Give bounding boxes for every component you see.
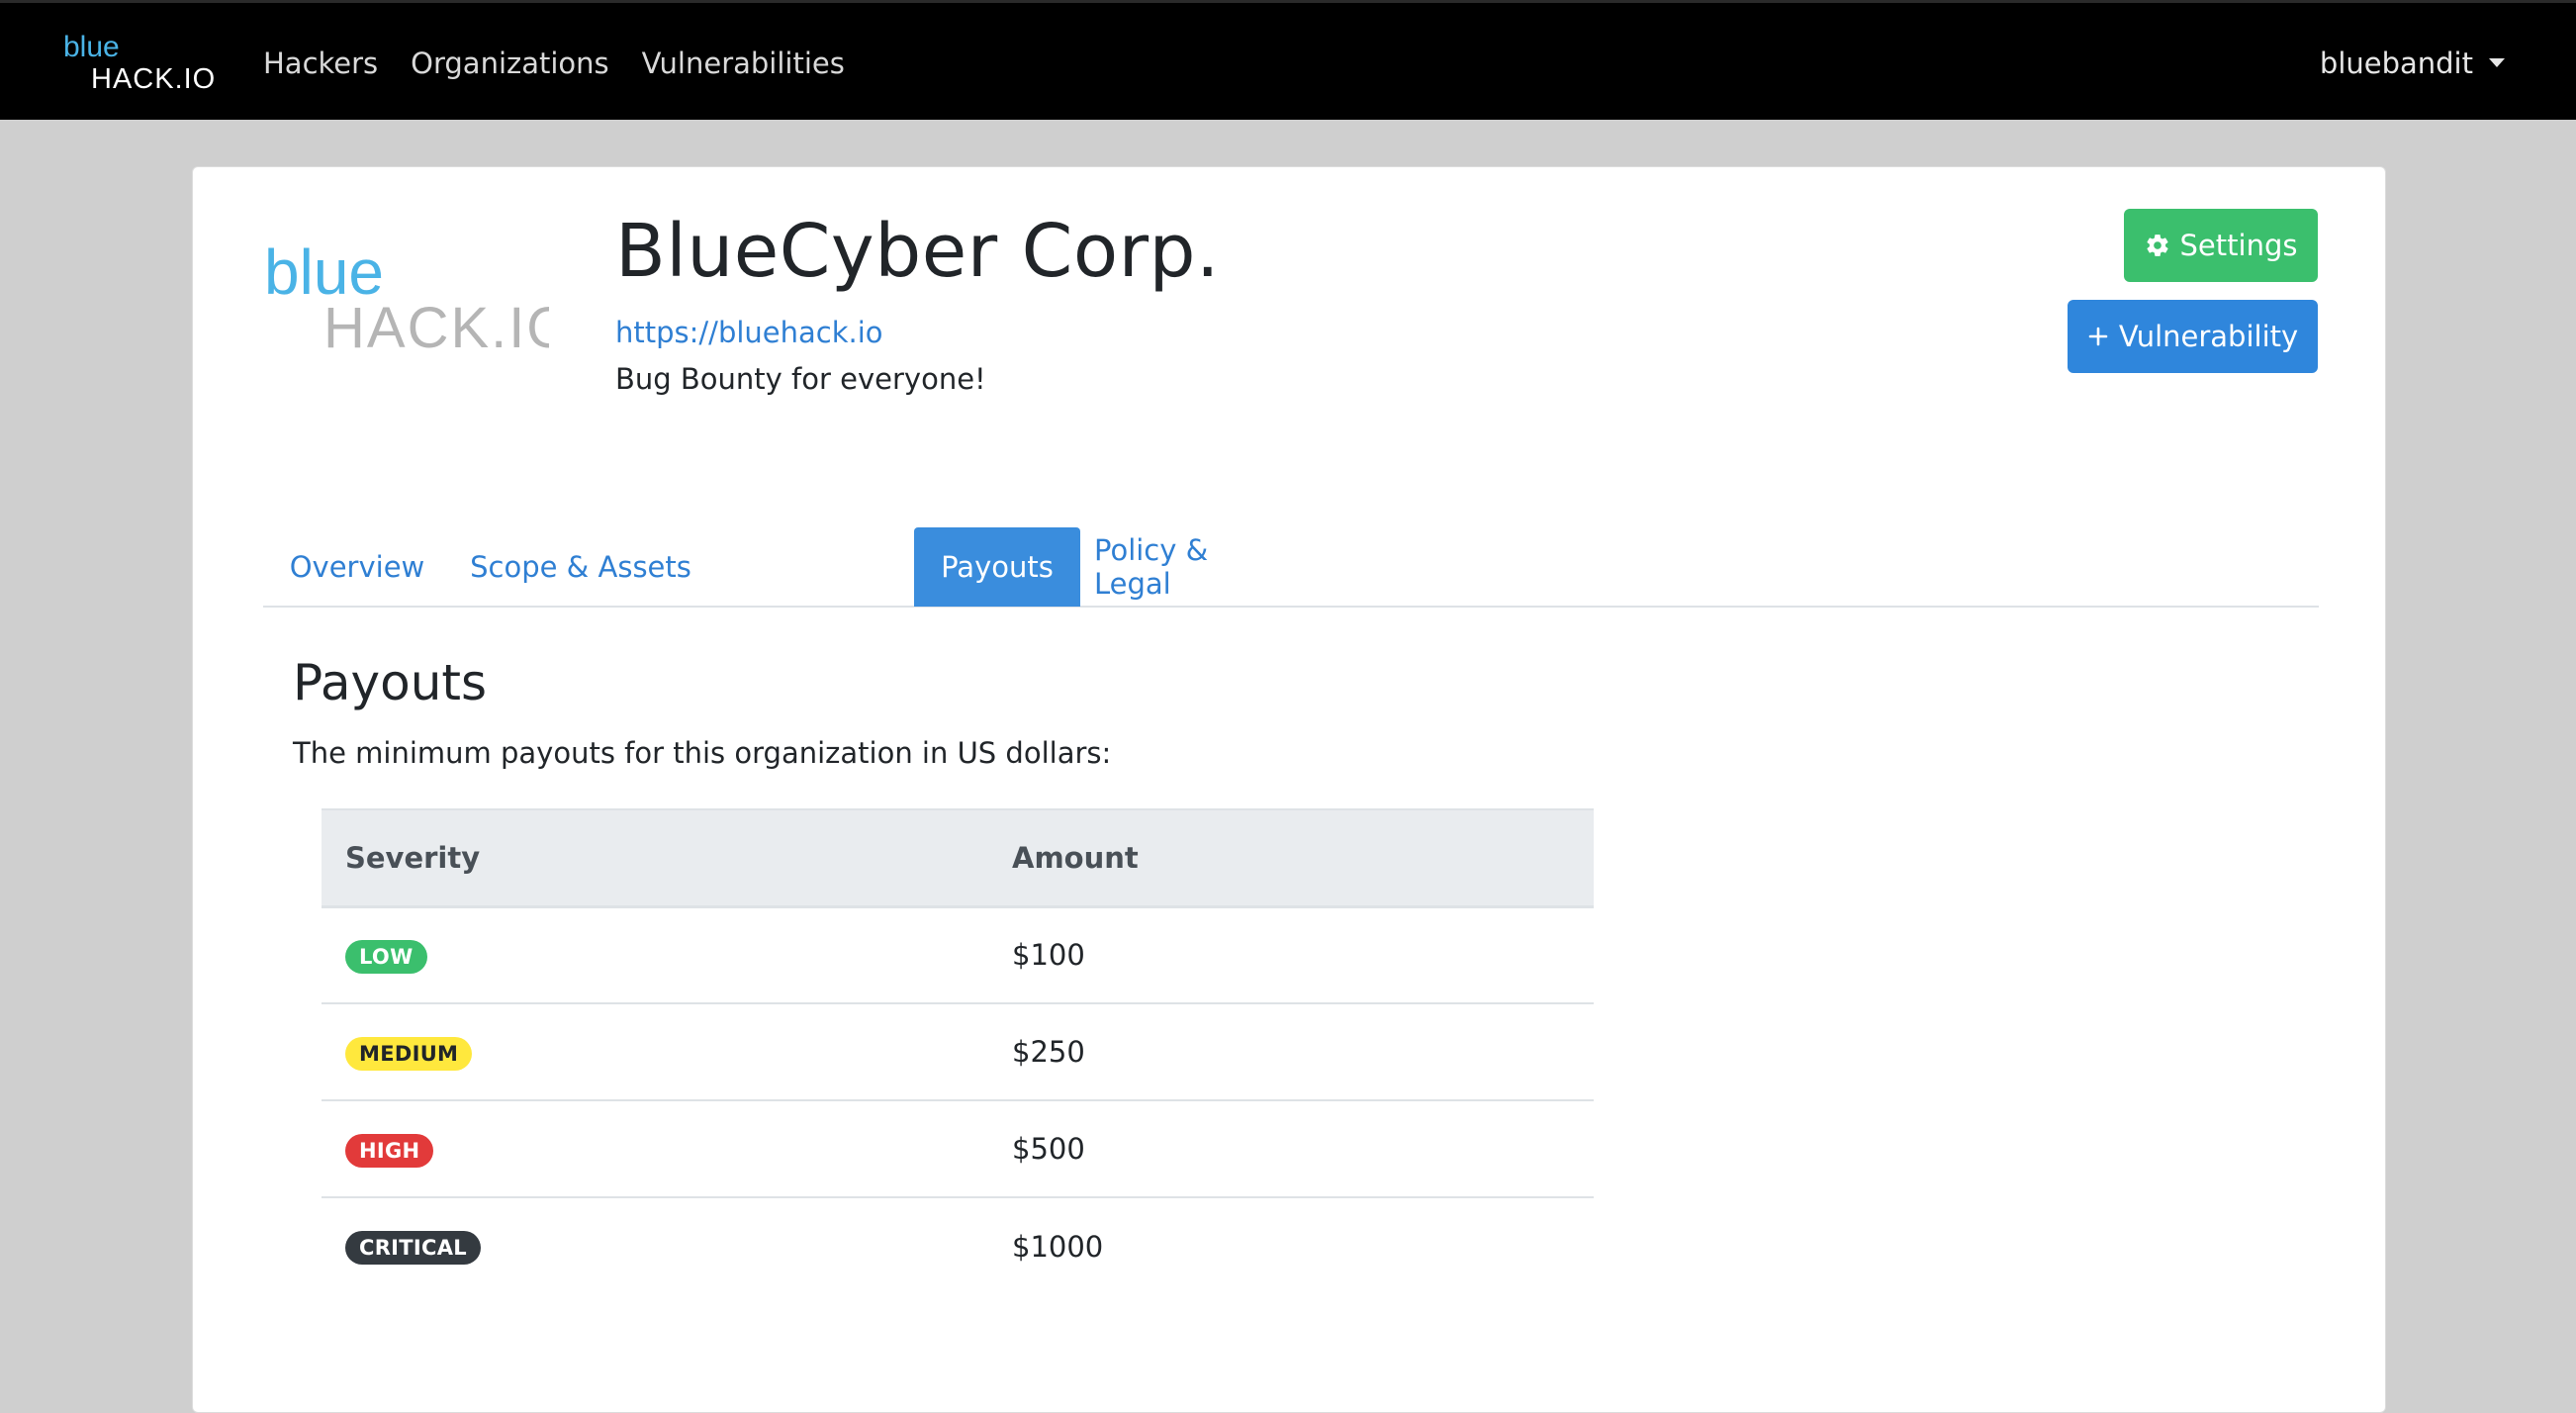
organization-name: BlueCyber Corp. bbox=[615, 209, 1221, 294]
severity-badge-high: HIGH bbox=[345, 1133, 434, 1168]
column-header-amount: Amount bbox=[988, 808, 1594, 908]
amount-cell: $250 bbox=[988, 1003, 1594, 1101]
tab-overview[interactable]: Overview bbox=[263, 527, 451, 607]
severity-cell: HIGH bbox=[322, 1100, 988, 1198]
amount-cell: $1000 bbox=[1012, 1229, 1104, 1264]
table-row: MEDIUM $250 bbox=[322, 1003, 1594, 1101]
vulnerability-label: Vulnerability bbox=[2118, 320, 2299, 353]
organization-url-link[interactable]: https://bluehack.io bbox=[615, 316, 883, 349]
severity-badge-critical: CRITICAL bbox=[345, 1231, 481, 1265]
chevron-down-icon bbox=[2489, 58, 2505, 67]
nav-links: Hackers Organizations Vulnerabilities bbox=[263, 3, 877, 123]
tab-payouts-label: Payouts bbox=[941, 550, 1054, 584]
tab-overview-label: Overview bbox=[289, 550, 425, 584]
organization-tagline: Bug Bounty for everyone! bbox=[615, 362, 986, 396]
tab-scope-assets-label: Scope & Assets bbox=[470, 550, 691, 584]
severity-cell: LOW bbox=[322, 906, 988, 1004]
logo-text-bottom: HACK.IO bbox=[91, 63, 216, 94]
table-row: LOW $100 bbox=[322, 906, 1594, 1004]
table-header-row: Severity Amount bbox=[322, 808, 1594, 908]
plus-icon bbox=[2087, 326, 2109, 347]
add-vulnerability-button[interactable]: Vulnerability bbox=[2068, 300, 2318, 373]
settings-button[interactable]: Settings bbox=[2124, 209, 2318, 282]
payouts-title: Payouts bbox=[293, 654, 488, 711]
table-row: HIGH $500 bbox=[322, 1100, 1594, 1198]
username: bluebandit bbox=[2319, 46, 2473, 80]
organization-logo: blue HACK.IO bbox=[264, 236, 549, 355]
table-row: CRITICAL $1000 bbox=[322, 1197, 1594, 1294]
org-logo-text-bottom: HACK.IO bbox=[323, 296, 549, 355]
severity-cell: MEDIUM bbox=[322, 1003, 988, 1101]
amount-cell: $100 bbox=[988, 906, 1594, 1004]
nav-link-vulnerabilities[interactable]: Vulnerabilities bbox=[642, 47, 845, 80]
tab-payouts[interactable]: Payouts bbox=[914, 527, 1080, 607]
nav-link-hackers[interactable]: Hackers bbox=[263, 47, 378, 80]
payouts-table: Severity Amount LOW $100 MEDIUM $250 HIG… bbox=[322, 808, 1594, 1294]
severity-badge-medium: MEDIUM bbox=[345, 1036, 473, 1071]
settings-label: Settings bbox=[2179, 229, 2298, 262]
amount-cell: $500 bbox=[988, 1100, 1594, 1198]
gear-icon bbox=[2145, 233, 2170, 258]
tab-scope-assets[interactable]: Scope & Assets bbox=[467, 527, 694, 607]
bluehack-logo[interactable]: blue HACK.IO bbox=[59, 29, 218, 94]
tab-policy-legal[interactable]: Policy & Legal bbox=[1094, 527, 1288, 607]
logo-text-top: blue bbox=[63, 31, 120, 63]
severity-cell: CRITICAL bbox=[322, 1197, 988, 1294]
nav-link-organizations[interactable]: Organizations bbox=[411, 47, 609, 80]
severity-badge-low: LOW bbox=[345, 939, 427, 974]
top-navbar: blue HACK.IO Hackers Organizations Vulne… bbox=[0, 0, 2576, 120]
organization-card: blue HACK.IO BlueCyber Corp. https://blu… bbox=[192, 166, 2386, 1413]
organization-tabs: Overview Scope & Assets Payouts Policy &… bbox=[263, 527, 2319, 608]
tab-policy-legal-label: Policy & Legal bbox=[1094, 533, 1209, 601]
payouts-description: The minimum payouts for this organizatio… bbox=[293, 736, 1112, 770]
user-menu-dropdown[interactable]: bluebandit bbox=[2320, 3, 2505, 123]
column-header-severity: Severity bbox=[322, 808, 988, 908]
